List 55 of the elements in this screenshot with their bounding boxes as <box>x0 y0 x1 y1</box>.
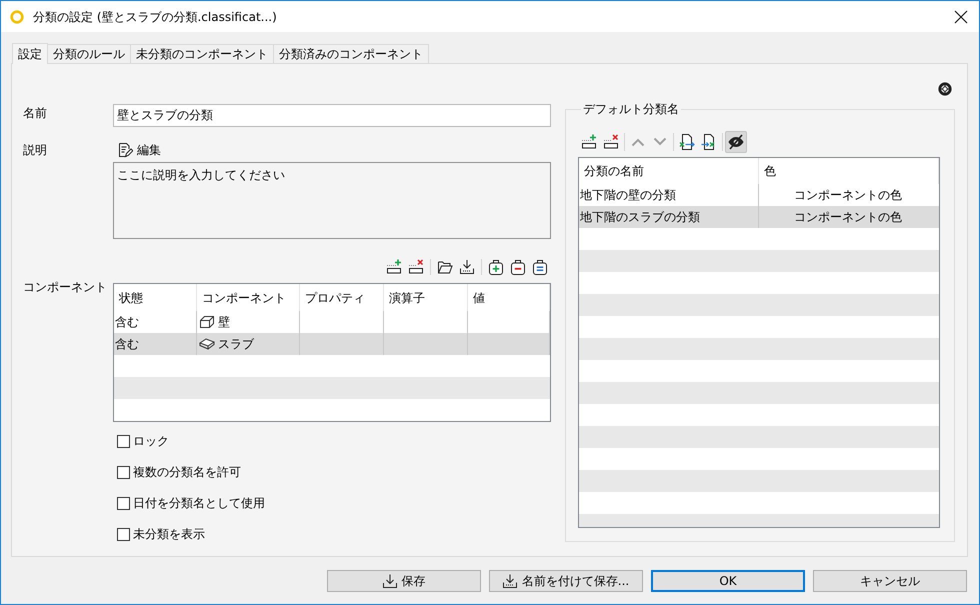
field-label: 説明 <box>23 142 48 158</box>
window-title: 分類の設定 (壁とスラブの分類.classificat...) <box>33 8 277 24</box>
folder-icon[interactable] <box>437 259 453 275</box>
save-as-button[interactable]: 名前を付けて保存... <box>489 570 643 592</box>
group-title: デフォルト分類名 <box>582 102 680 116</box>
remove-row-icon[interactable] <box>408 259 424 275</box>
bag-equals-icon[interactable] <box>532 259 548 275</box>
download-icon[interactable] <box>459 259 475 275</box>
field-label: コンポーネント <box>23 279 108 295</box>
plate-icon <box>199 337 215 351</box>
ok-button[interactable]: OK <box>651 570 805 592</box>
checkbox-label: ロック <box>133 433 169 449</box>
checkbox[interactable] <box>117 466 130 478</box>
table-cell-text: コンポーネントの色 <box>793 187 903 204</box>
table-cell-text: コンポーネントの色 <box>793 209 903 226</box>
checkbox[interactable] <box>117 496 130 510</box>
table-cell: スラブ <box>218 336 254 352</box>
edit-button[interactable]: 編集 <box>117 142 161 158</box>
field-label: 名前 <box>23 105 48 122</box>
visibility-toggle-button[interactable] <box>725 131 747 153</box>
ring-icon <box>10 10 24 24</box>
tab[interactable]: 設定 <box>12 43 48 64</box>
eye-slash-icon <box>728 134 744 150</box>
table-row[interactable]: 含む スラブ <box>114 333 550 355</box>
checkbox[interactable] <box>117 528 130 540</box>
name-field[interactable]: 壁とスラブの分類 <box>113 104 551 127</box>
help-icon[interactable] <box>938 82 952 96</box>
tab[interactable]: 分類済みのコンポーネント <box>273 44 429 63</box>
close-icon <box>954 10 968 24</box>
remove-row-icon[interactable] <box>603 134 619 150</box>
download-icon <box>382 574 396 588</box>
bag-plus-icon[interactable] <box>488 259 504 275</box>
add-row-icon[interactable] <box>581 134 597 150</box>
tray-download-icon <box>502 574 517 588</box>
checkbox[interactable] <box>117 434 130 448</box>
table-cell: 含む <box>114 333 197 355</box>
document-pencil-icon <box>117 142 133 158</box>
table-cell: 地下階のスラブの分類 <box>579 206 759 228</box>
save-button[interactable]: 保存 <box>327 570 481 592</box>
bag-minus-icon[interactable] <box>510 259 526 275</box>
table-row[interactable]: 地下階のスラブの分類 コンポーネントの色 <box>579 206 939 228</box>
checkbox-label: 日付を分類名として使用 <box>133 495 265 511</box>
add-row-icon[interactable] <box>386 259 402 275</box>
tab[interactable]: 未分類のコンポーネント <box>130 44 274 63</box>
description-field[interactable]: ここに説明を入力してください <box>113 162 551 239</box>
block-icon <box>199 315 215 329</box>
checkbox-label: 未分類を表示 <box>133 526 205 542</box>
table-cell: 壁 <box>218 314 230 330</box>
tab[interactable]: 分類のルール <box>47 44 131 63</box>
cancel-button[interactable]: キャンセル <box>813 570 967 592</box>
close-button[interactable] <box>954 10 968 24</box>
document-export-icon[interactable] <box>701 134 717 150</box>
table-row[interactable]: 含む 壁 <box>114 311 550 333</box>
document-import-icon[interactable] <box>679 134 695 150</box>
checkbox-label: 複数の分類名を許可 <box>133 464 241 480</box>
